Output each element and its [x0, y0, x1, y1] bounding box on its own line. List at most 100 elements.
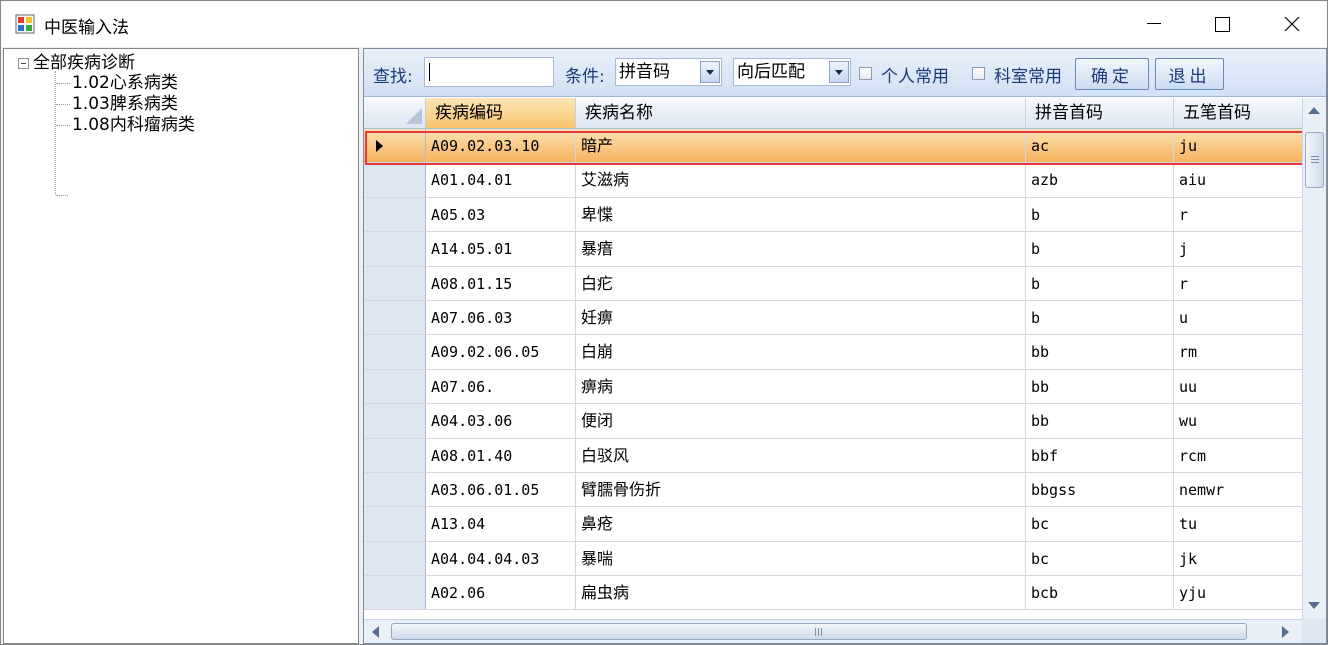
horizontal-scrollbar[interactable] [364, 619, 1302, 643]
horizontal-scroll-thumb[interactable] [391, 623, 1247, 640]
cell-name[interactable]: 妊痹 [576, 300, 1026, 336]
cell-code[interactable]: A09.02.03.10 [426, 129, 576, 164]
cell-wubi[interactable]: r [1174, 267, 1302, 301]
row-header[interactable] [364, 335, 426, 370]
cell-name[interactable]: 痹病 [576, 369, 1026, 405]
search-input[interactable] [424, 57, 554, 87]
table-row[interactable]: A03.06.01.05 臂臑骨伤折 bbgss nemwr [364, 472, 1302, 508]
table-row[interactable]: A14.05.01 暴瘖 b j [364, 232, 1302, 267]
cell-pinyin[interactable]: b [1026, 300, 1174, 336]
tree-node-pixi[interactable]: 1.03脾系病类 [56, 94, 178, 114]
cell-pinyin[interactable]: bbgss [1026, 472, 1174, 508]
tree-root-node[interactable]: 全部疾病诊断 [18, 53, 135, 73]
table-row[interactable]: A08.01.40 白驳风 bbf rcm [364, 438, 1302, 473]
cell-code[interactable]: A07.06. [426, 369, 576, 405]
cell-wubi[interactable]: uu [1174, 370, 1302, 405]
cell-name[interactable]: 暗产 [576, 129, 1026, 164]
row-header[interactable] [364, 129, 426, 164]
row-header[interactable] [364, 369, 426, 405]
cell-code[interactable]: A14.05.01 [426, 232, 576, 267]
table-row[interactable]: A05.03 卑惵 b r [364, 197, 1302, 233]
cell-pinyin[interactable]: bb [1026, 369, 1174, 405]
table-row[interactable]: A04.03.06 便闭 bb wu [364, 404, 1302, 439]
cell-pinyin[interactable]: bcb [1026, 576, 1174, 611]
cell-pinyin[interactable]: bb [1026, 335, 1174, 370]
cell-wubi[interactable]: u [1174, 301, 1302, 336]
vertical-scrollbar[interactable] [1302, 98, 1326, 619]
cell-pinyin[interactable]: b [1026, 232, 1174, 267]
cell-pinyin[interactable]: bc [1026, 507, 1174, 542]
cell-pinyin[interactable]: bb [1026, 404, 1174, 439]
close-button[interactable] [1257, 1, 1327, 47]
exit-button[interactable]: 退出 [1155, 58, 1224, 90]
table-row[interactable]: A13.04 鼻疮 bc tu [364, 507, 1302, 542]
table-row[interactable]: A08.01.15 白疕 b r [364, 266, 1302, 301]
chevron-down-icon[interactable] [700, 61, 720, 83]
cell-code[interactable]: A09.02.06.05 [426, 335, 576, 370]
cell-code[interactable]: A08.01.15 [426, 266, 576, 301]
vertical-scroll-thumb[interactable] [1305, 132, 1324, 188]
dept-common-checkbox[interactable] [972, 67, 985, 80]
cell-name[interactable]: 暴喘 [576, 541, 1026, 577]
cell-name[interactable]: 暴瘖 [576, 232, 1026, 267]
cell-pinyin[interactable]: ac [1026, 129, 1174, 164]
scroll-left-icon[interactable] [372, 626, 379, 638]
cell-code[interactable]: A08.01.40 [426, 438, 576, 473]
cell-name[interactable]: 白疕 [576, 266, 1026, 301]
table-row[interactable]: A04.04.04.03 暴喘 bc jk [364, 541, 1302, 577]
scroll-right-icon[interactable] [1282, 626, 1289, 638]
column-header-pinyin[interactable]: 拼音首码 [1026, 98, 1174, 129]
cell-wubi[interactable]: r [1174, 198, 1302, 233]
row-header[interactable] [364, 472, 426, 508]
row-header[interactable] [364, 266, 426, 301]
cell-pinyin[interactable]: bbf [1026, 438, 1174, 473]
cell-wubi[interactable]: jk [1174, 542, 1302, 577]
row-header[interactable] [364, 404, 426, 439]
cell-wubi[interactable]: wu [1174, 404, 1302, 439]
row-header[interactable] [364, 300, 426, 336]
scroll-down-icon[interactable] [1308, 602, 1320, 609]
collapse-icon[interactable] [18, 57, 29, 69]
cell-wubi[interactable]: aiu [1174, 163, 1302, 198]
row-header[interactable] [364, 197, 426, 233]
cell-name[interactable]: 扁虫病 [576, 576, 1026, 611]
personal-common-checkbox[interactable] [859, 67, 872, 80]
cell-name[interactable]: 白崩 [576, 335, 1026, 370]
match-mode-select[interactable]: 向后匹配 [733, 58, 851, 86]
row-header[interactable] [364, 576, 426, 611]
row-header[interactable] [364, 507, 426, 542]
chevron-down-icon[interactable] [829, 61, 849, 83]
cell-code[interactable]: A13.04 [426, 507, 576, 542]
cell-name[interactable]: 白驳风 [576, 438, 1026, 473]
select-all-corner[interactable] [364, 98, 426, 129]
cell-name[interactable]: 臂臑骨伤折 [576, 472, 1026, 508]
table-row[interactable]: A01.04.01 艾滋病 azb aiu [364, 163, 1302, 198]
cell-code[interactable]: A04.04.04.03 [426, 541, 576, 577]
column-header-wubi[interactable]: 五笔首码 [1174, 98, 1302, 129]
scroll-up-icon[interactable] [1308, 107, 1320, 114]
cell-wubi[interactable]: j [1174, 232, 1302, 267]
row-header[interactable] [364, 232, 426, 267]
cell-name[interactable]: 艾滋病 [576, 163, 1026, 198]
cell-pinyin[interactable]: b [1026, 197, 1174, 233]
column-header-name[interactable]: 疾病名称 [576, 98, 1026, 129]
cell-wubi[interactable]: ju [1174, 129, 1302, 164]
column-header-code[interactable]: 疾病编码 [426, 98, 576, 129]
cell-name[interactable]: 鼻疮 [576, 507, 1026, 542]
table-row[interactable]: A09.02.06.05 白崩 bb rm [364, 335, 1302, 370]
ok-button[interactable]: 确定 [1075, 58, 1149, 90]
table-row[interactable]: A07.06. 痹病 bb uu [364, 369, 1302, 405]
cell-code[interactable]: A03.06.01.05 [426, 472, 576, 508]
cell-pinyin[interactable]: b [1026, 266, 1174, 301]
cell-code[interactable]: A05.03 [426, 197, 576, 233]
table-row[interactable]: A09.02.03.10 暗产 ac ju [364, 129, 1302, 164]
condition-select[interactable]: 拼音码 [615, 58, 722, 86]
cell-wubi[interactable]: tu [1174, 507, 1302, 542]
cell-wubi[interactable]: rcm [1174, 439, 1302, 473]
cell-pinyin[interactable]: bc [1026, 541, 1174, 577]
cell-wubi[interactable]: nemwr [1174, 473, 1302, 508]
cell-code[interactable]: A01.04.01 [426, 163, 576, 198]
cell-pinyin[interactable]: azb [1026, 163, 1174, 198]
row-header[interactable] [364, 541, 426, 577]
row-header[interactable] [364, 438, 426, 473]
